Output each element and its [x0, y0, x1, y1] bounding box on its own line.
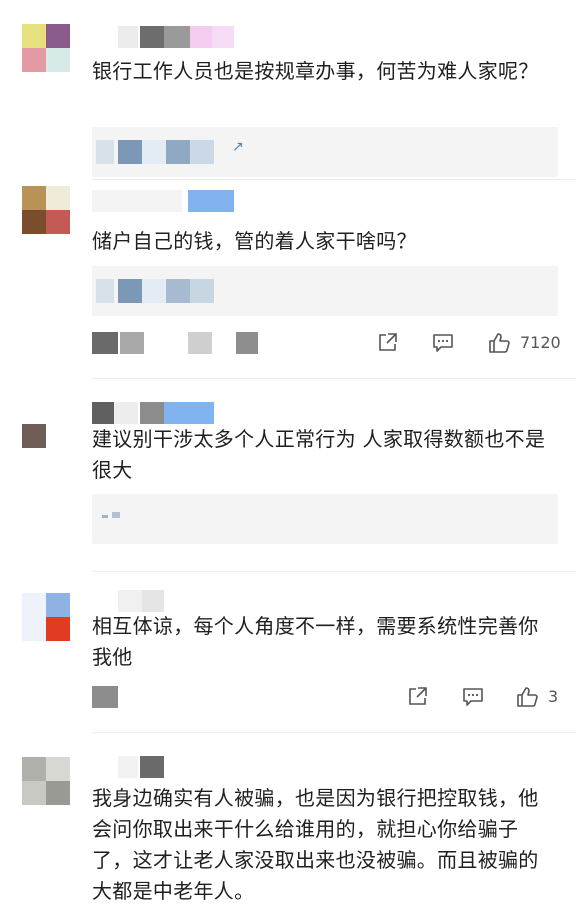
comment-meta: [92, 332, 272, 354]
comment-text: 相互体谅，每个人角度不一样，需要系统性完善你我他: [92, 614, 539, 669]
thumbs-up-icon[interactable]: [488, 332, 510, 354]
comment-text: 建议别干涉太多个人正常行为 人家取得数额也不是很大: [92, 427, 546, 482]
like-count: 3: [548, 687, 559, 706]
comment-icon[interactable]: [432, 332, 454, 354]
username[interactable]: [118, 590, 168, 612]
username[interactable]: [118, 26, 238, 48]
reply-preview[interactable]: [92, 494, 558, 544]
reply-preview[interactable]: ↗: [92, 127, 558, 177]
divider: [92, 732, 576, 733]
like-count: 7120: [520, 333, 561, 352]
comment-text: 我身边确实有人被骗，也是因为银行把控取钱，他会问你取出来干什么给谁用的，就担心你…: [92, 786, 539, 903]
avatar[interactable]: [22, 186, 70, 234]
thumbs-up-icon[interactable]: [516, 686, 538, 708]
comment-actions: 7120: [92, 328, 561, 358]
divider: [92, 571, 576, 572]
avatar[interactable]: [22, 24, 70, 72]
avatar[interactable]: [22, 593, 70, 641]
comment-text: 储户自己的钱，管的着人家干啥吗？: [92, 229, 417, 253]
avatar[interactable]: [22, 412, 70, 460]
share-icon[interactable]: [406, 686, 428, 708]
avatar[interactable]: [22, 757, 70, 805]
comment-text: 银行工作人员也是按规章办事，何苦为难人家呢？: [92, 59, 539, 83]
divider: [92, 378, 576, 379]
comment-actions: 3: [92, 682, 558, 712]
username[interactable]: [92, 402, 222, 424]
comment-icon[interactable]: [462, 686, 484, 708]
username[interactable]: [92, 190, 242, 212]
reply-preview[interactable]: [92, 266, 558, 316]
comment-meta: [92, 686, 152, 708]
username[interactable]: [118, 756, 168, 778]
divider: [92, 179, 576, 180]
share-icon[interactable]: [376, 332, 398, 354]
